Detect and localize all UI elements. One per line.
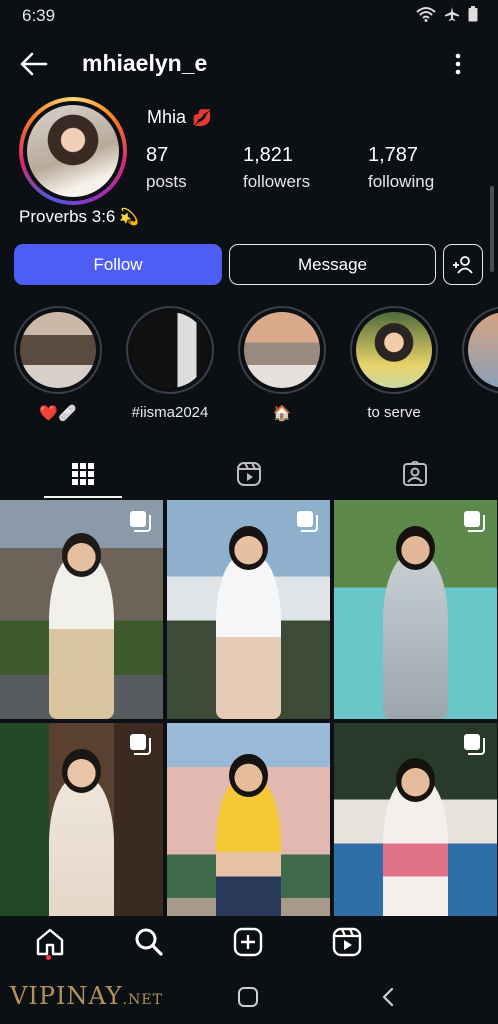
search-icon	[135, 928, 163, 956]
airplane-icon	[445, 7, 459, 21]
home-square-icon	[238, 987, 258, 1007]
story-ring[interactable]	[19, 97, 127, 205]
suggest-users-button[interactable]	[443, 244, 483, 285]
watermark: VIPINAY.NET	[10, 982, 163, 1010]
grid-icon	[72, 463, 94, 485]
reels-icon	[332, 927, 362, 957]
nav-reels[interactable]	[331, 926, 363, 958]
follow-button[interactable]: Follow	[14, 244, 222, 285]
nav-home[interactable]	[34, 926, 66, 958]
message-button[interactable]: Message	[229, 244, 436, 285]
dizzy-emoji: 💫	[119, 209, 140, 226]
more-options-button[interactable]	[446, 50, 470, 78]
highlight-item[interactable]: 🏠	[232, 306, 332, 422]
multiple-photos-icon	[130, 511, 151, 532]
highlight-cover	[132, 312, 208, 388]
nav-create[interactable]	[232, 926, 264, 958]
display-name: Mhia 💋	[147, 107, 212, 128]
highlight-label: 🏠	[272, 405, 292, 422]
status-bar: 6:39	[0, 0, 498, 32]
grid-post[interactable]	[167, 500, 330, 719]
posts-grid	[0, 500, 498, 942]
profile-header: mhiaelyn_e	[0, 40, 498, 88]
system-home-button[interactable]	[237, 986, 259, 1008]
arrow-left-icon	[20, 52, 48, 76]
more-vertical-icon	[455, 53, 461, 75]
profile-username: mhiaelyn_e	[82, 50, 208, 76]
create-icon	[233, 927, 263, 957]
highlight-item[interactable]: to serve	[344, 306, 444, 421]
stat-posts-label: posts	[146, 172, 187, 191]
highlight-cover	[468, 312, 498, 388]
watermark-suffix: .NET	[122, 992, 163, 1008]
tagged-icon	[403, 461, 427, 486]
bio-text: Proverbs 3:6	[19, 207, 116, 226]
status-icons	[416, 6, 478, 22]
highlight-item[interactable]: ❤️🩹	[8, 306, 108, 422]
grid-post[interactable]	[334, 723, 497, 942]
highlight-label: to serve	[367, 404, 421, 421]
tab-posts-grid[interactable]	[0, 450, 166, 498]
highlight-cover	[244, 312, 320, 388]
bottom-nav	[0, 916, 498, 968]
stat-posts-value: 87	[146, 144, 169, 166]
nav-search[interactable]	[133, 926, 165, 958]
watermark-main: VIPINAY	[10, 982, 123, 1010]
multiple-photos-icon	[130, 734, 151, 755]
profile-tabs	[0, 450, 498, 498]
stat-followers-value: 1,821	[243, 144, 294, 166]
bio: Proverbs 3:6 💫	[19, 207, 139, 227]
grid-post[interactable]	[0, 500, 163, 719]
add-user-icon	[453, 255, 473, 274]
system-navigation: VIPINAY.NET	[0, 968, 498, 1024]
multiple-photos-icon	[297, 511, 318, 532]
tab-active-indicator	[44, 496, 122, 498]
back-button[interactable]	[18, 50, 50, 78]
display-name-text: Mhia	[147, 107, 187, 127]
multiple-photos-icon	[464, 511, 485, 532]
stat-followers[interactable]: 1,821 followers	[243, 144, 310, 192]
avatar	[27, 105, 119, 197]
tab-reels[interactable]	[166, 450, 332, 498]
multiple-photos-icon	[464, 734, 485, 755]
grid-post[interactable]	[167, 723, 330, 942]
chevron-left-icon	[382, 987, 394, 1007]
highlight-item[interactable]: #iisma2024	[120, 306, 220, 421]
wifi-icon	[416, 7, 436, 22]
stat-followers-label: followers	[243, 172, 311, 191]
grid-post[interactable]	[0, 723, 163, 942]
grid-post[interactable]	[334, 500, 497, 719]
lips-emoji: 💋	[192, 109, 212, 127]
stat-following-value: 1,787	[368, 144, 419, 166]
story-highlights: ❤️🩹 #iisma2024 🏠 to serve da	[0, 306, 498, 426]
status-time: 6:39	[22, 6, 56, 25]
notification-dot	[46, 955, 51, 960]
reels-icon	[237, 462, 261, 486]
highlight-label: da	[456, 404, 498, 421]
home-icon	[36, 928, 64, 956]
highlight-label: ❤️🩹	[39, 405, 77, 422]
scrollbar[interactable]	[490, 186, 494, 272]
stat-following[interactable]: 1,787 following	[368, 144, 434, 192]
highlight-label: #iisma2024	[131, 404, 209, 421]
stat-following-label: following	[368, 172, 435, 191]
battery-icon	[468, 6, 478, 22]
tab-tagged[interactable]	[332, 450, 498, 498]
highlight-cover	[356, 312, 432, 388]
highlight-item[interactable]: da	[456, 306, 498, 421]
stat-posts[interactable]: 87 posts	[146, 144, 187, 192]
highlight-cover	[20, 312, 96, 388]
system-back-button[interactable]	[378, 986, 400, 1008]
